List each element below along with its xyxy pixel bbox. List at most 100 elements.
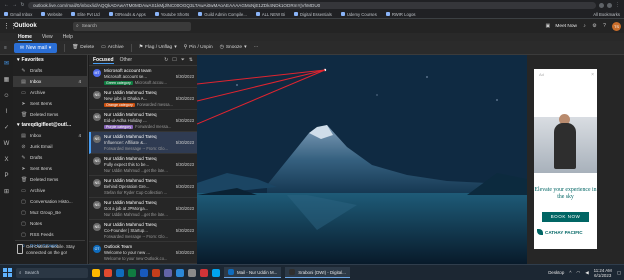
sort-icon[interactable]: ⇅ (189, 57, 193, 63)
edge-icon[interactable] (116, 268, 124, 277)
menu-icon[interactable]: ⋮ (615, 2, 620, 8)
reload-icon[interactable]: ↻ (20, 2, 25, 8)
refresh-icon[interactable]: ↻ (164, 57, 168, 63)
settings-icon[interactable] (188, 268, 196, 277)
help-icon[interactable]: ? (602, 23, 607, 29)
flag-button[interactable]: ⚑ Flag / Unflag ▾ (139, 45, 177, 50)
apps-icon[interactable]: ⊞ (3, 189, 10, 196)
desktop-label[interactable]: Desktop (548, 270, 564, 275)
folder-item[interactable]: ➤ Sent Items (13, 98, 87, 109)
message-item[interactable]: NS Nur Uddin Mahmud Tareq Got a job at JPM… (89, 198, 197, 220)
store-icon[interactable] (212, 268, 220, 277)
meet-now-button[interactable]: Meet Now (555, 24, 577, 29)
app-launcher-icon[interactable]: ⋮⋮ (3, 22, 17, 30)
pin-button[interactable]: ⚲ Pin / Unpin (184, 45, 213, 50)
message-item[interactable]: NS Nur Uddin Mahmud Tareq Behind Operation… (89, 176, 197, 198)
filter-icon[interactable]: ⏷ (181, 57, 185, 63)
word-icon[interactable] (140, 268, 148, 277)
bookmark-item[interactable]: Gmail Inbox (4, 12, 32, 17)
bookmark-item[interactable]: Guild Admin Compile... (198, 12, 247, 17)
taskbar-search[interactable]: ⌕ Search (16, 267, 88, 278)
bookmark-item[interactable]: Digital Essentials (293, 12, 332, 17)
file-explorer-icon[interactable] (92, 268, 100, 277)
message-item[interactable]: MT Microsoft account team Microsoft accoun… (89, 66, 197, 88)
wifi-icon[interactable]: ◠ (576, 270, 580, 276)
profile-icon[interactable] (607, 2, 612, 8)
tab-home[interactable]: Home (18, 34, 32, 41)
volume-icon[interactable]: ◀ (585, 270, 588, 276)
notification-icon[interactable]: ▢ (617, 270, 621, 276)
tab-focused[interactable]: Focused (93, 57, 114, 64)
excel-icon[interactable] (128, 268, 136, 277)
outlook-icon[interactable] (176, 268, 184, 277)
snooze-button[interactable]: ◷ Snooze ▾ (220, 45, 247, 50)
tab-view[interactable]: View (42, 34, 53, 40)
folder-item[interactable]: ▢ Muz Group_Be (13, 207, 87, 218)
back-icon[interactable]: ← (4, 2, 9, 8)
word-icon[interactable]: W (3, 141, 10, 148)
people-icon[interactable]: ☺ (3, 93, 10, 100)
search-input[interactable]: ⌕ Search (73, 21, 191, 31)
folder-item[interactable]: ➤ Sent Items (13, 163, 87, 174)
powerpoint-icon[interactable]: P (3, 173, 10, 180)
folder-item[interactable]: ▤ Inbox 4 (13, 130, 87, 141)
message-item[interactable]: NS Nur Uddin Mahmud Tareq Fully expect thi… (89, 154, 197, 176)
tab-other[interactable]: Other (120, 57, 133, 63)
folder-item[interactable]: 🗑 Deleted Items (13, 174, 87, 185)
attach-icon[interactable]: ⌇ (3, 109, 10, 116)
app-name[interactable]: Outlook (14, 23, 69, 29)
chrome-icon[interactable] (104, 268, 112, 277)
calendar-icon[interactable]: ▦ (3, 77, 10, 84)
gear-icon[interactable]: ⚙ (592, 23, 597, 29)
chevron-up-icon[interactable]: ^ (569, 270, 571, 275)
book-now-button[interactable]: BOOK NOW (542, 212, 589, 222)
clock[interactable]: 11:24 AM 6/1/2023 (594, 268, 612, 278)
bookmark-item[interactable]: OtReads & Apps (108, 12, 146, 17)
more-options-button[interactable]: ⋯ (254, 45, 259, 50)
bookmark-item[interactable]: RWIR Logos (385, 12, 416, 17)
folder-item[interactable]: ✎ Drafts (13, 65, 87, 76)
tab-help[interactable]: Help (63, 34, 73, 40)
ad-banner[interactable]: Ad × Elevate your experience in the sky … (534, 69, 597, 249)
bookmark-item[interactable]: Website (41, 12, 62, 17)
new-mail-button[interactable]: ✉ New mail ▾ (13, 42, 58, 53)
close-icon[interactable]: × (591, 72, 594, 78)
folder-item[interactable]: ▢ Conversation Histo... (13, 196, 87, 207)
bookmark-item[interactable]: ALL NEW Bi (255, 12, 285, 17)
favorites-header[interactable]: ▾ Favorites (13, 55, 87, 65)
message-item[interactable]: OT Outlook Team Welcome to your new ... 5/3… (89, 242, 197, 264)
taskbar-window-button[interactable]: Mail - Nur Uddin M... (224, 267, 282, 278)
folder-item[interactable]: ▤ Inbox 4 (13, 76, 87, 87)
select-icon[interactable]: ☐ (172, 57, 176, 63)
windows-start-icon[interactable] (3, 268, 12, 277)
excel-icon[interactable]: X (3, 157, 10, 164)
teams-icon[interactable] (164, 268, 172, 277)
folder-item[interactable]: ✎ Drafts (13, 152, 87, 163)
message-item[interactable]: NS Nur Uddin Mahmud Tareq Influencer: Affi… (89, 132, 197, 154)
hamburger-icon[interactable]: ≡ (4, 45, 7, 51)
extension-icon[interactable] (599, 2, 604, 8)
message-item[interactable]: NS Nur Uddin Mahmud Tareq New jobs in Dhak… (89, 88, 197, 110)
todo-icon[interactable]: ✓ (3, 125, 10, 132)
mail-icon[interactable]: ✉ (3, 61, 10, 68)
url-input[interactable]: outlook.live.com/mail/0/inbox/id/AQQkADA… (28, 1, 596, 9)
bookmark-item[interactable]: Youtube Shorts (154, 12, 189, 17)
forward-icon[interactable]: → (12, 2, 17, 8)
all-bookmarks[interactable]: All Bookmarks (593, 12, 620, 17)
folder-item[interactable]: ▢ Notes (13, 218, 87, 229)
media-icon[interactable] (200, 268, 208, 277)
delete-button[interactable]: 🗑 Delete (72, 45, 94, 50)
taskbar-window-button[interactable]: Sraboni (DWI) - Digital... (285, 267, 350, 278)
archive-button[interactable]: ▭ Archive (101, 45, 124, 50)
avatar[interactable]: TS (612, 21, 621, 31)
get-mobile-promo[interactable]: Get Outlook mobile. Stay connected on th… (15, 240, 85, 263)
folder-item[interactable]: ▭ Archive (13, 185, 87, 196)
folder-item[interactable]: ▢ RSS Feeds (13, 229, 87, 240)
teams-icon[interactable]: ▣ (545, 23, 551, 29)
account-header[interactable]: ▾ tareqdigifleet@outl... (13, 120, 87, 130)
message-item[interactable]: NS Nur Uddin Mahmud Tareq Co-Founder | Sta… (89, 220, 197, 242)
bookmark-item[interactable]: Elite Pvt Ltd (71, 12, 100, 17)
folder-item[interactable]: 🗑 Deleted Items (13, 109, 87, 120)
folder-item[interactable]: ⊘ Junk Email (13, 141, 87, 152)
message-item[interactable]: NS Nur Uddin Mahmud Tareq Eid-ul-Adha Holi… (89, 110, 197, 132)
